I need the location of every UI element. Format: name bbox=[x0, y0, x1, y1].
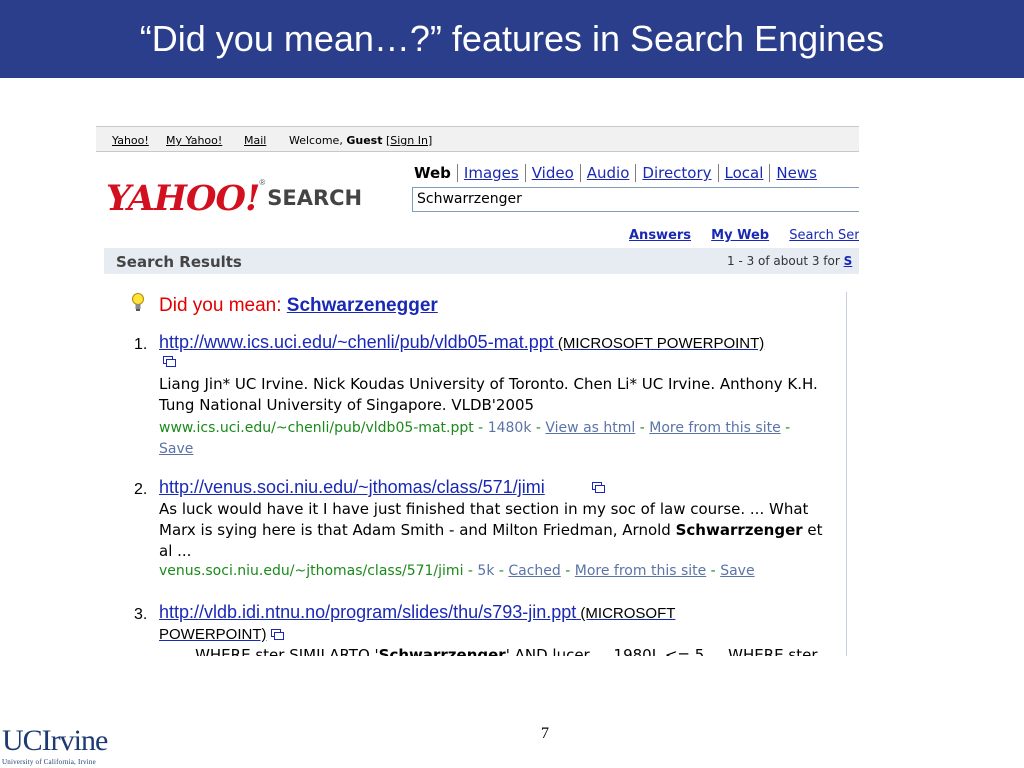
mail-link[interactable]: Mail bbox=[244, 134, 266, 147]
result-description: Liang Jin* UC Irvine. Nick Koudas Univer… bbox=[159, 375, 818, 414]
result-desc-highlight: Schwarrzenger bbox=[675, 521, 803, 539]
result-link-text[interactable]: http://vldb.idi.ntnu.no/program/slides/t… bbox=[159, 602, 576, 622]
result-title-link[interactable]: http://www.ics.uci.edu/~chenli/pub/vldb0… bbox=[159, 332, 764, 353]
yahoo-search-screenshot: Yahoo! My Yahoo! Mail Welcome, Guest [Si… bbox=[96, 126, 859, 656]
result-file-type: (MICROSOFT bbox=[576, 605, 676, 622]
result-desc-tail: ' AND lucer ... 1980L <= 5 ... WHERE ste… bbox=[505, 646, 818, 656]
search-tabs: Web Images Video Audio Directory Local News bbox=[412, 164, 823, 182]
results-count: 1 - 3 of about 3 for S bbox=[727, 254, 852, 268]
result-link-text[interactable]: http://venus.soci.niu.edu/~jthomas/class… bbox=[159, 477, 545, 497]
result-size: 1480k bbox=[487, 420, 532, 436]
did-you-mean-suggestion[interactable]: Schwarzenegger bbox=[287, 295, 438, 316]
result-number: 3. bbox=[134, 606, 148, 623]
result-title-link[interactable]: http://vldb.idi.ntnu.no/program/slides/t… bbox=[159, 602, 675, 623]
open-new-window-icon[interactable] bbox=[592, 482, 605, 493]
tab-audio[interactable]: Audio bbox=[579, 164, 636, 182]
did-you-mean: Did you mean: Schwarzenegger bbox=[159, 295, 438, 317]
cached-link[interactable]: Cached bbox=[508, 563, 560, 579]
yahoo-home-link[interactable]: Yahoo! bbox=[112, 134, 149, 147]
result-url: www.ics.uci.edu/~chenli/pub/vldb05-mat.p… bbox=[159, 420, 474, 436]
result-file-type: (MICROSOFT POWERPOINT) bbox=[553, 335, 765, 352]
search-sublinks: Answers My Web Search Ser bbox=[629, 228, 859, 243]
result-url: venus.soci.niu.edu/~jthomas/class/571/ji… bbox=[159, 563, 464, 579]
result-link-text[interactable]: http://www.ics.uci.edu/~chenli/pub/vldb0… bbox=[159, 332, 554, 352]
results-header-bar: Search Results 1 - 3 of about 3 for S bbox=[104, 248, 859, 274]
uc-irvine-logo-subtext: University of California, Irvine bbox=[2, 758, 96, 766]
open-new-window-icon[interactable] bbox=[270, 629, 284, 641]
results-count-text: 1 - 3 of about 3 for bbox=[727, 254, 844, 268]
page-number: 7 bbox=[541, 725, 549, 742]
open-new-window-icon[interactable] bbox=[163, 356, 176, 367]
my-web-link[interactable]: My Web bbox=[711, 228, 769, 243]
sign-in-link[interactable]: Sign In bbox=[390, 134, 428, 147]
result-save-line: Save bbox=[159, 441, 193, 457]
results-title: Search Results bbox=[116, 253, 242, 271]
tab-video[interactable]: Video bbox=[524, 164, 580, 182]
tab-local[interactable]: Local bbox=[717, 164, 770, 182]
uc-irvine-logo: UCIrvine University of California, Irvin… bbox=[2, 724, 108, 766]
tab-images[interactable]: Images bbox=[456, 164, 525, 182]
yahoo-search-logo[interactable]: YAHOO!®SEARCH bbox=[106, 178, 362, 219]
result-file-type-2: POWERPOINT) bbox=[159, 626, 267, 643]
lightbulb-icon bbox=[132, 293, 144, 311]
save-link[interactable]: Save bbox=[720, 563, 754, 579]
search-services-link[interactable]: Search Ser bbox=[789, 228, 859, 243]
save-link[interactable]: Save bbox=[159, 441, 193, 457]
welcome-label: Welcome, bbox=[289, 134, 343, 147]
result-description: ... WHERE ster SIMILARTO 'Schwarrzenger'… bbox=[176, 645, 856, 656]
tab-news[interactable]: News bbox=[769, 164, 823, 182]
search-input[interactable]: Schwarrzenger bbox=[412, 187, 859, 212]
result-url-line: venus.soci.niu.edu/~jthomas/class/571/ji… bbox=[159, 563, 755, 579]
more-from-site-link[interactable]: More from this site bbox=[575, 563, 706, 579]
more-from-site-link[interactable]: More from this site bbox=[649, 420, 780, 436]
results-divider bbox=[846, 292, 847, 656]
view-as-html-link[interactable]: View as html bbox=[545, 420, 635, 436]
slide-title: “Did you mean…?” features in Search Engi… bbox=[139, 18, 885, 59]
registered-mark: ® bbox=[259, 178, 266, 187]
tab-web[interactable]: Web bbox=[412, 164, 457, 182]
search-logo-text: SEARCH bbox=[267, 186, 363, 210]
my-yahoo-link[interactable]: My Yahoo! bbox=[166, 134, 222, 147]
result-number: 2. bbox=[134, 481, 148, 498]
query-link[interactable]: S bbox=[844, 254, 853, 268]
result-desc-text: ... WHERE ster SIMILARTO ' bbox=[176, 646, 379, 656]
result-file-type-cont: POWERPOINT) bbox=[159, 623, 284, 644]
yahoo-top-bar: Yahoo! My Yahoo! Mail Welcome, Guest [Si… bbox=[96, 126, 859, 152]
guest-label: Guest bbox=[346, 134, 383, 147]
did-you-mean-label: Did you mean: bbox=[159, 295, 287, 316]
uc-irvine-logo-text: UCIrvine bbox=[2, 724, 108, 757]
result-title-link[interactable]: http://venus.soci.niu.edu/~jthomas/class… bbox=[159, 477, 545, 498]
bracket-close: ] bbox=[427, 134, 433, 147]
yahoo-logo-text: YAHOO! bbox=[106, 178, 260, 219]
result-desc-highlight: Schwarrzenger bbox=[378, 646, 506, 656]
welcome-text: Welcome, Guest [Sign In] bbox=[289, 134, 432, 147]
result-size: 5k bbox=[477, 563, 495, 579]
result-url-line: www.ics.uci.edu/~chenli/pub/vldb05-mat.p… bbox=[159, 420, 791, 436]
result-number: 1. bbox=[134, 336, 148, 353]
answers-link[interactable]: Answers bbox=[629, 228, 691, 243]
tab-directory[interactable]: Directory bbox=[635, 164, 718, 182]
result-description: As luck would have it I have just finish… bbox=[159, 499, 839, 562]
